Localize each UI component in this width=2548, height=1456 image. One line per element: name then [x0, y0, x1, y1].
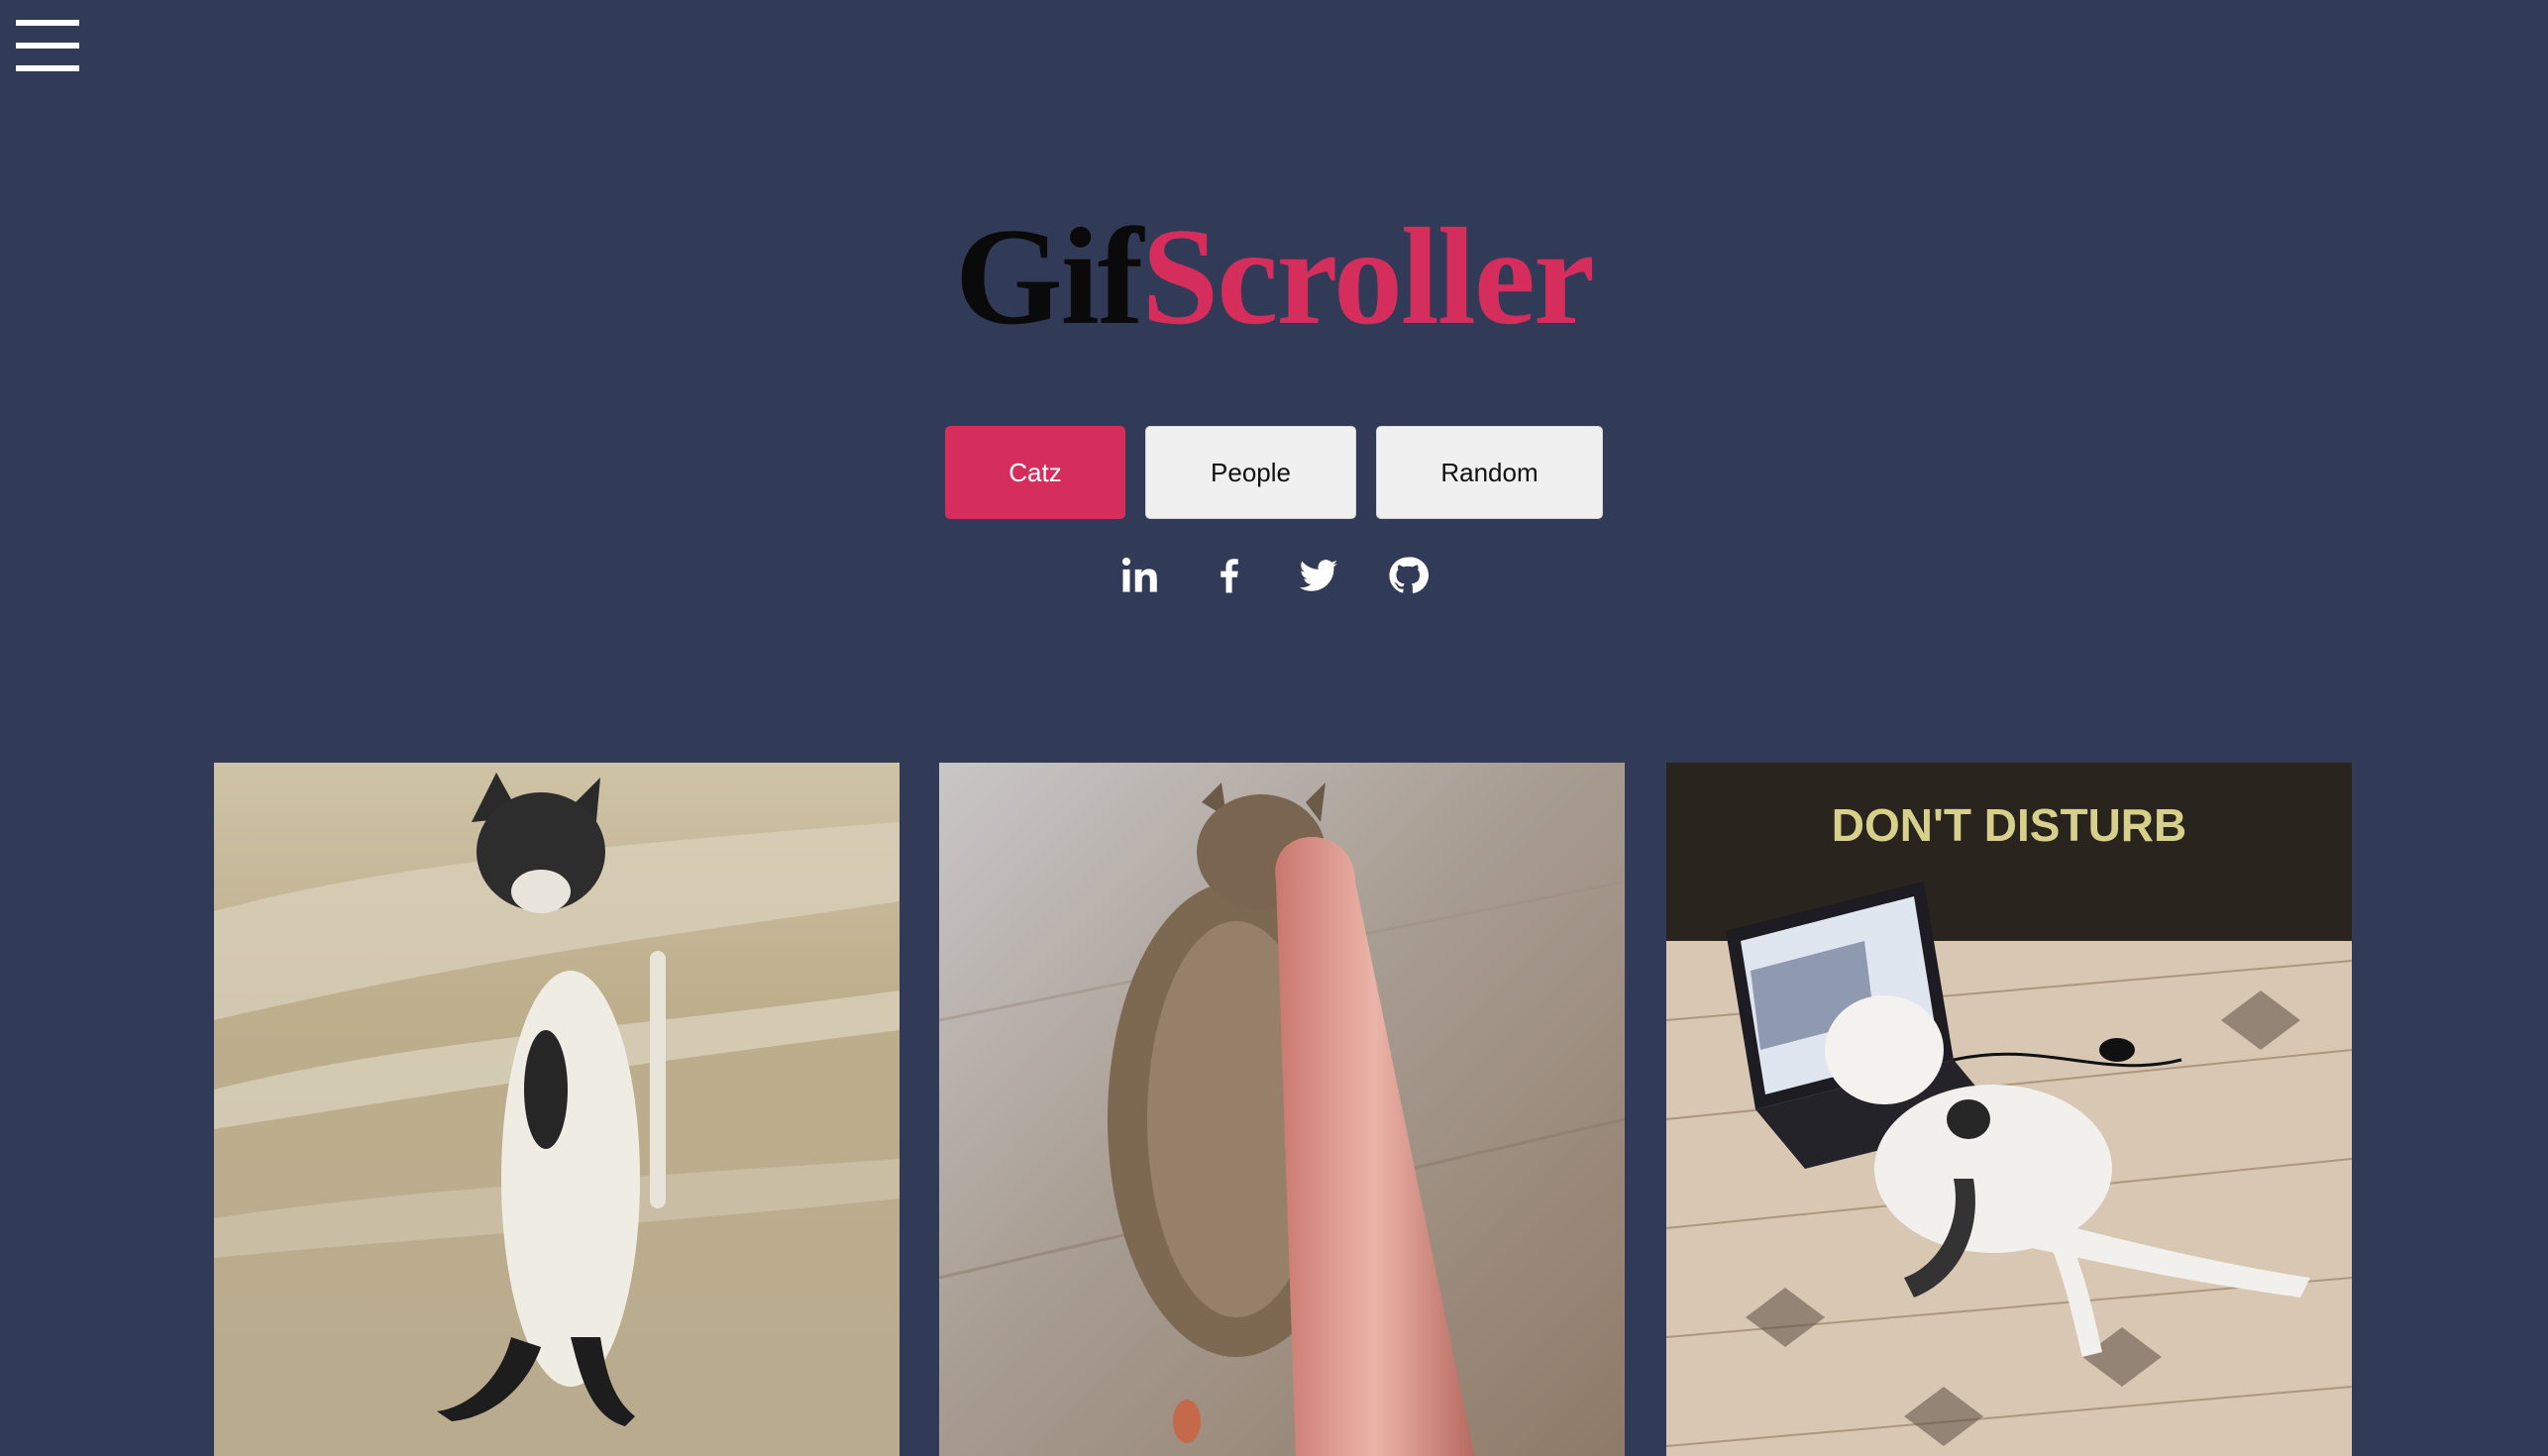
social-links — [0, 555, 2548, 596]
facebook-icon[interactable] — [1209, 555, 1250, 596]
category-buttons: Catz People Random — [0, 426, 2548, 519]
title-part-gif: Gif — [954, 200, 1143, 354]
menu-bar — [16, 65, 79, 71]
catz-button[interactable]: Catz — [945, 426, 1125, 519]
gif-gallery: DON'T DISTURB — [214, 763, 2352, 1456]
gif-card[interactable]: DON'T DISTURB — [1666, 763, 2352, 1456]
cat-with-laptop-image — [1666, 763, 2352, 1456]
twitter-icon[interactable] — [1298, 555, 1339, 596]
page-title: GifScroller — [0, 198, 2548, 357]
cat-on-beach-image — [214, 763, 900, 1456]
gif-card[interactable] — [939, 763, 1625, 1456]
people-button[interactable]: People — [1145, 426, 1356, 519]
hamburger-menu-icon[interactable] — [16, 20, 79, 71]
gif-caption: DON'T DISTURB — [1831, 799, 2187, 851]
cat-with-sausage-image — [939, 763, 1625, 1456]
linkedin-icon[interactable] — [1119, 555, 1161, 596]
github-icon[interactable] — [1387, 555, 1429, 596]
menu-bar — [16, 20, 79, 26]
random-button[interactable]: Random — [1376, 426, 1603, 519]
title-part-scroller: Scroller — [1141, 200, 1595, 354]
gif-card[interactable] — [214, 763, 900, 1456]
menu-bar — [16, 43, 79, 49]
